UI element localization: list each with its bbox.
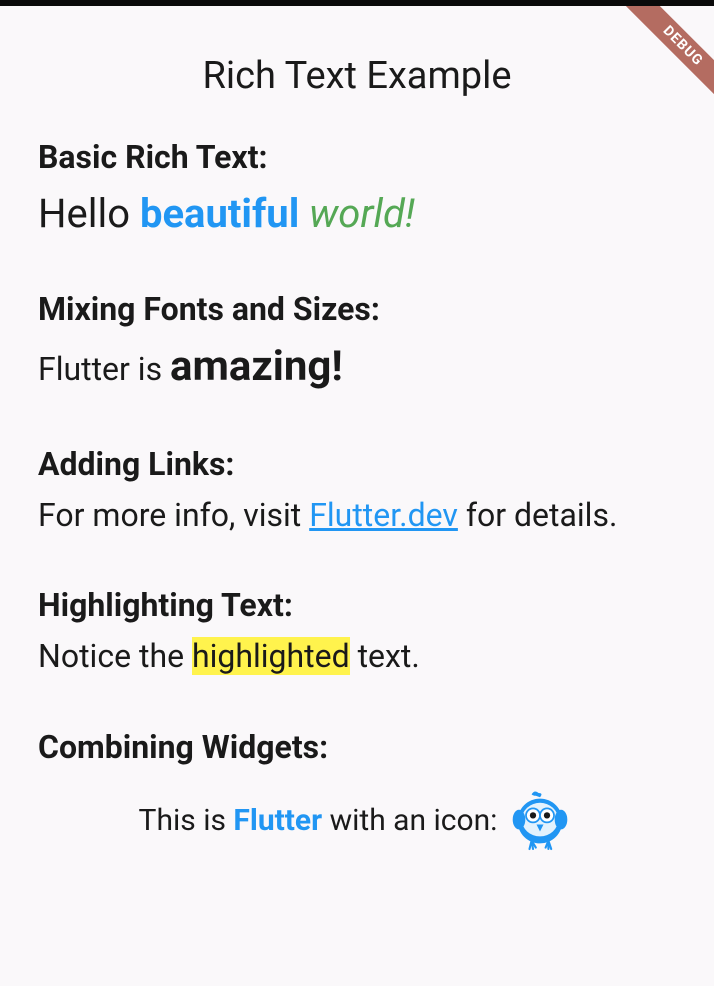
dash-bird-icon [505,786,575,856]
section-combining-widgets: Combining Widgets: This is Flutter with … [38,728,676,856]
text-amazing: amazing! [170,342,343,391]
text-highlighted: highlighted [192,637,350,675]
section-basic-rich-text: Basic Rich Text: Hello beautiful world! [38,138,676,240]
text-hello: Hello [38,190,140,237]
content-area: Basic Rich Text: Hello beautiful world! … [0,138,714,856]
text-for-more-info: For more info, visit [38,496,309,534]
section-title-basic: Basic Rich Text: [38,138,676,176]
widget-row: This is Flutter with an icon: [38,786,676,856]
highlight-content: Notice the highlighted text. [38,636,676,678]
app-container: DEBUG Rich Text Example Basic Rich Text:… [0,6,714,986]
section-mixing-fonts: Mixing Fonts and Sizes: Flutter is amazi… [38,290,676,395]
app-title: Rich Text Example [0,6,714,138]
text-with-icon: with an icon: [322,803,497,838]
text-flutter-is: Flutter is [38,350,170,388]
text-this-is: This is [139,803,234,838]
section-highlighting: Highlighting Text: Notice the highlighte… [38,586,676,678]
text-text: text. [350,637,420,675]
section-title-widgets: Combining Widgets: [38,728,676,766]
text-for-details: for details. [458,496,618,534]
text-beautiful: beautiful [140,190,299,237]
text-notice-the: Notice the [38,637,192,675]
section-title-fonts: Mixing Fonts and Sizes: [38,290,676,328]
section-adding-links: Adding Links: For more info, visit Flutt… [38,445,676,537]
text-flutter: Flutter [233,803,322,838]
fonts-content: Flutter is amazing! [38,340,676,395]
text-world: world! [299,190,415,237]
basic-rich-text-content: Hello beautiful world! [38,188,676,240]
widget-text-content: This is Flutter with an icon: [139,803,498,838]
flutter-dev-link[interactable]: Flutter.dev [309,496,458,534]
section-title-highlight: Highlighting Text: [38,586,676,624]
section-title-links: Adding Links: [38,445,676,483]
links-content: For more info, visit Flutter.dev for det… [38,495,676,537]
